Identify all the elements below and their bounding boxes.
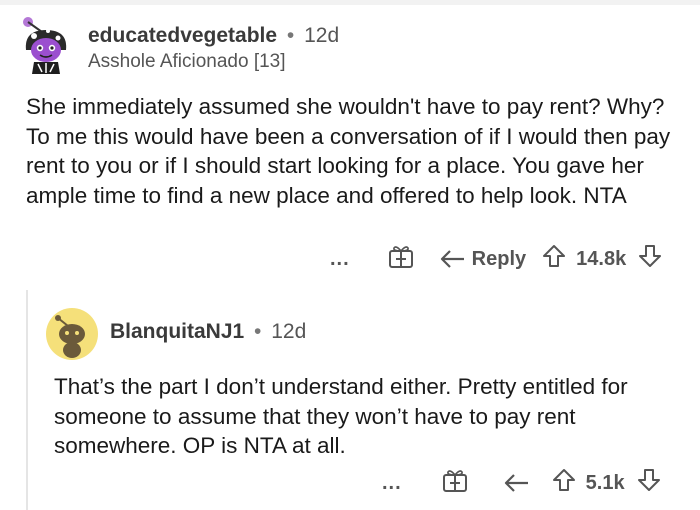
reply-arrow-icon <box>440 250 464 268</box>
snoo-avatar-default-icon <box>46 308 98 360</box>
reply-body: That’s the part I don’t understand eithe… <box>54 374 628 458</box>
reply-label: Reply <box>471 247 527 270</box>
award-icon[interactable] <box>442 467 468 499</box>
comment-actions: ... Reply 14.8k <box>330 244 690 274</box>
reply-user-avatar[interactable] <box>46 308 98 360</box>
username[interactable]: educatedvegetable <box>88 24 277 47</box>
comment-meta: educatedvegetable • 12d <box>88 24 339 48</box>
top-divider <box>0 0 700 5</box>
downvote-icon[interactable] <box>637 468 661 498</box>
timestamp: 12d <box>304 24 340 47</box>
reply-button[interactable]: Reply <box>440 248 526 271</box>
reply-timestamp: 12d <box>271 320 307 343</box>
thread-line[interactable] <box>26 290 28 510</box>
reply-button[interactable] <box>504 472 530 494</box>
vote-score: 5.1k <box>585 471 625 494</box>
vote-score: 14.8k <box>576 247 627 270</box>
comment-body: She immediately assumed she wouldn't hav… <box>26 94 671 208</box>
downvote-icon[interactable] <box>638 244 662 274</box>
reply-meta: BlanquitaNJ1 • 12d <box>110 320 306 344</box>
upvote-icon[interactable] <box>552 468 576 498</box>
meta-separator: • <box>254 320 262 343</box>
reply-arrow-icon <box>504 474 528 492</box>
reply-actions: ... 5.1k <box>382 468 682 498</box>
upvote-icon[interactable] <box>542 244 566 274</box>
user-flair: Asshole Aficionado [13] <box>88 51 286 72</box>
award-icon[interactable] <box>388 243 414 275</box>
more-options-button[interactable]: ... <box>330 248 350 271</box>
more-options-button[interactable]: ... <box>382 472 402 495</box>
reply-username[interactable]: BlanquitaNJ1 <box>110 320 244 343</box>
meta-separator: • <box>286 24 295 47</box>
snoo-avatar-purple-icon <box>23 17 67 74</box>
user-avatar[interactable] <box>18 16 74 76</box>
